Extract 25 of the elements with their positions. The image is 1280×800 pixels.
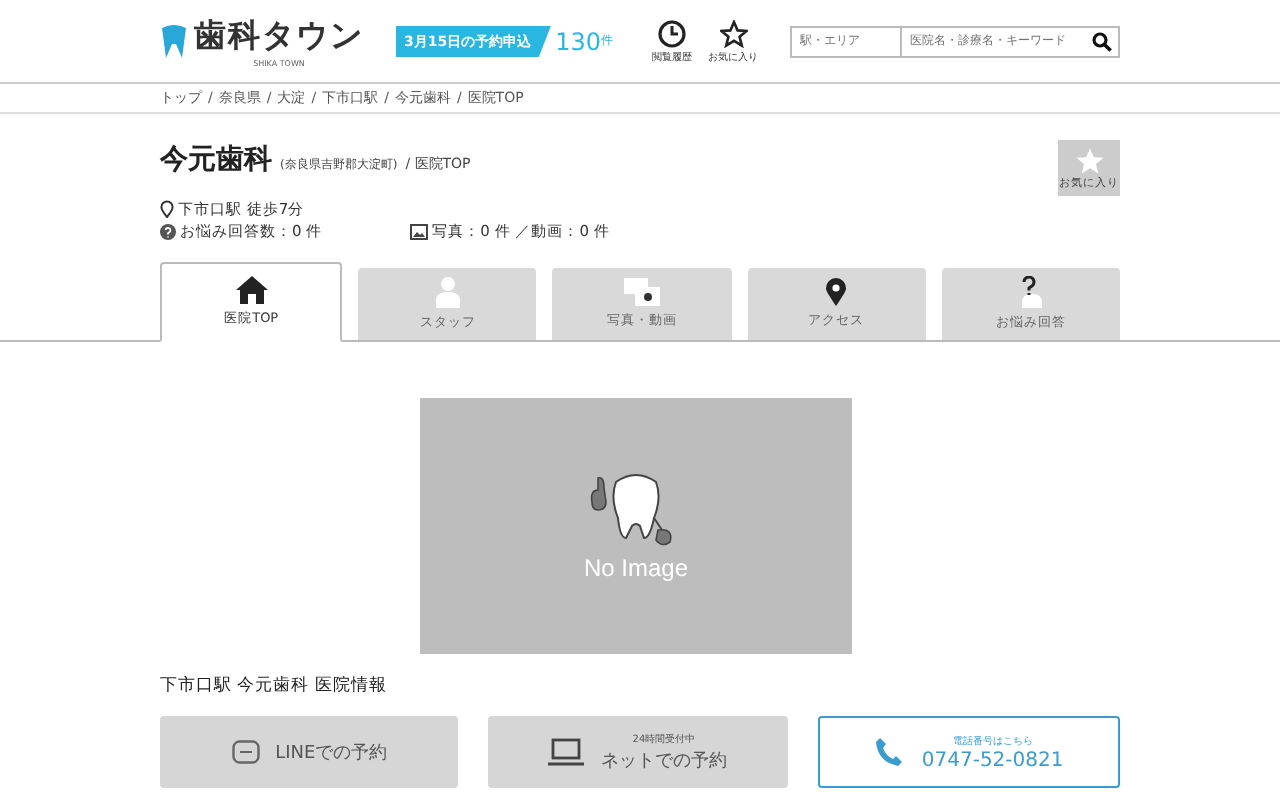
chat-icon (231, 740, 260, 764)
button-label: 0747-52-0821 (921, 749, 1064, 771)
line-reservation-button[interactable]: LINEでの予約 (160, 716, 459, 788)
reservation-count: 130 (555, 27, 602, 55)
person-icon (433, 276, 462, 308)
star-icon (1073, 146, 1105, 176)
pin-icon (826, 278, 847, 306)
question-icon (160, 223, 176, 239)
clock-icon[interactable] (658, 19, 686, 47)
button-label: ネットでの予約 (600, 749, 727, 773)
section-title: 下市口駅 今元歯科 医院情報 (160, 674, 387, 698)
image-icon (410, 223, 429, 239)
clinic-name: 今元歯科 (160, 142, 272, 178)
tooth-logo-icon (160, 23, 188, 59)
search-icon (1092, 31, 1112, 51)
star-icon[interactable] (719, 19, 747, 47)
laptop-icon (548, 738, 585, 766)
question-person-icon (1016, 276, 1045, 308)
search-button[interactable] (1086, 25, 1120, 57)
photo-icon (624, 278, 660, 306)
site-logo[interactable]: 歯科タウン (194, 15, 364, 57)
no-image-caption: No Image (583, 554, 689, 582)
phone-icon (873, 736, 906, 768)
home-icon (235, 276, 268, 304)
pin-icon (160, 200, 174, 218)
